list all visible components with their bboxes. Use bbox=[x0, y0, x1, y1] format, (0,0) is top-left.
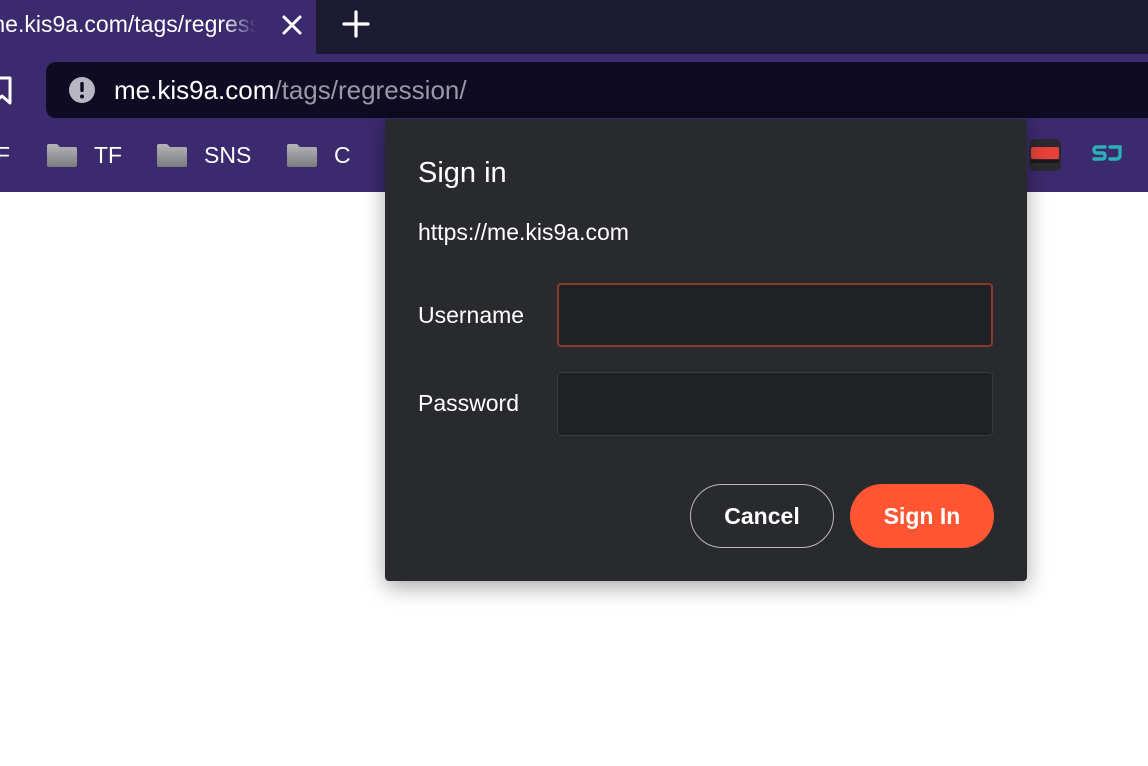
folder-icon bbox=[157, 144, 187, 167]
url-text[interactable]: me.kis9a.com/tags/regression/ bbox=[114, 75, 467, 106]
bookmark-label: C bbox=[334, 141, 351, 168]
dialog-title: Sign in bbox=[418, 157, 507, 189]
bookmark-label: TF bbox=[94, 141, 123, 168]
sign-in-button[interactable]: Sign In bbox=[850, 484, 994, 548]
username-label: Username bbox=[418, 302, 525, 328]
bookmark-icon[interactable] bbox=[0, 76, 14, 106]
bookmark-label: SNS bbox=[204, 141, 252, 168]
site-info-icon[interactable] bbox=[68, 76, 96, 104]
password-field[interactable] bbox=[557, 372, 993, 436]
active-tab[interactable]: me.kis9a.com/tags/regression/ bbox=[0, 0, 316, 54]
tab-strip: me.kis9a.com/tags/regression/ bbox=[0, 0, 1148, 54]
folder-icon bbox=[47, 144, 77, 167]
bookmark-folder-tf[interactable]: TF bbox=[46, 140, 122, 170]
tab-title: me.kis9a.com/tags/regression/ bbox=[0, 11, 256, 37]
url-host: me.kis9a.com bbox=[114, 75, 275, 105]
bookmark-label: F bbox=[0, 141, 11, 168]
password-label: Password bbox=[418, 390, 519, 416]
close-icon[interactable] bbox=[280, 13, 304, 37]
bookmark-folder-sns[interactable]: SNS bbox=[156, 140, 251, 170]
dialog-origin: https://me.kis9a.com bbox=[418, 219, 629, 245]
bookmark-folder-c[interactable]: C bbox=[286, 140, 351, 170]
address-bar[interactable]: me.kis9a.com/tags/regression/ bbox=[46, 62, 1148, 118]
sj-logo-icon[interactable] bbox=[1092, 140, 1124, 170]
username-field[interactable] bbox=[557, 283, 993, 347]
bookmark-folder-f[interactable]: F bbox=[0, 140, 10, 170]
url-path: /tags/regression/ bbox=[274, 75, 467, 105]
cancel-button[interactable]: Cancel bbox=[690, 484, 834, 548]
folder-icon bbox=[287, 144, 317, 167]
bookmark-favicon-icon[interactable] bbox=[1028, 138, 1062, 172]
sign-in-dialog: Sign in https://me.kis9a.com Username Pa… bbox=[385, 119, 1027, 581]
browser-toolbar: me.kis9a.com/tags/regression/ bbox=[0, 54, 1148, 128]
new-tab-plus-icon[interactable] bbox=[340, 8, 372, 40]
